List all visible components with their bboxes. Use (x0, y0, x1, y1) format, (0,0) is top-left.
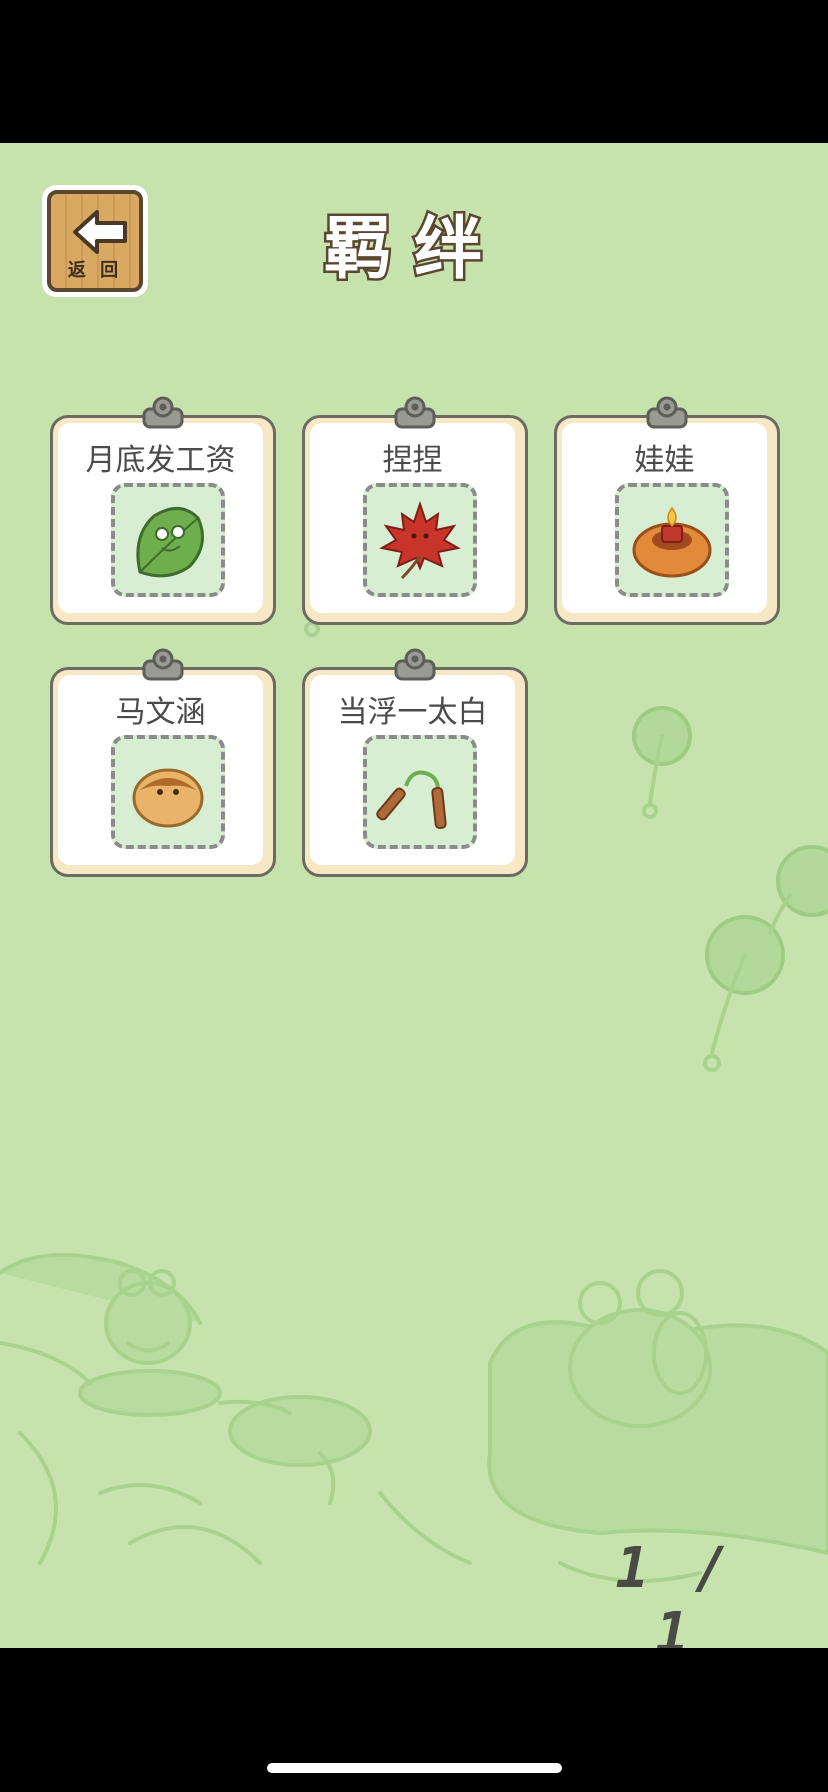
card-title: 捏捏 (382, 443, 443, 478)
card-frame: 捏捏 (302, 415, 528, 625)
bond-card[interactable]: 月底发工资 (50, 396, 276, 625)
clip-icon (142, 396, 184, 429)
page-title: 羁绊 (321, 208, 504, 292)
item-photo (363, 735, 477, 849)
maple-leaf-icon (379, 500, 461, 580)
clip-icon (394, 396, 436, 429)
card-frame: 马文涵 (50, 667, 276, 877)
bond-card[interactable]: 捏捏 (302, 396, 528, 625)
card-frame: 娃娃 (554, 415, 780, 625)
card-face: 马文涵 (58, 675, 263, 865)
app-screen: 返 回 羁绊 月底发工资 捏捏 娃娃 马文涵 当浮一太白 1 / 1 (0, 0, 828, 1792)
card-frame: 月底发工资 (50, 415, 276, 625)
clip-icon (394, 648, 436, 681)
frog-illustration (104, 1269, 192, 1365)
candle-bread-icon (632, 506, 712, 578)
pond-scenery-illustration (0, 601, 828, 1583)
item-photo (363, 483, 477, 597)
status-bar (0, 0, 828, 143)
bond-card[interactable]: 马文涵 (50, 648, 276, 877)
item-photo (615, 483, 729, 597)
item-photo (111, 735, 225, 849)
card-face: 当浮一太白 (310, 675, 515, 865)
card-face: 娃娃 (562, 423, 767, 613)
item-photo (111, 483, 225, 597)
bread-bun-icon (132, 768, 204, 828)
dandelion-icon (632, 706, 692, 819)
card-title: 马文涵 (115, 695, 206, 730)
nunchaku-icon (376, 770, 447, 830)
bond-card[interactable]: 当浮一太白 (302, 648, 528, 877)
dandelion-icon (703, 915, 785, 1072)
card-title: 当浮一太白 (337, 695, 488, 730)
clip-icon (142, 648, 184, 681)
frog-illustration (568, 1269, 712, 1428)
bond-card[interactable]: 娃娃 (554, 396, 780, 625)
leaf-frog-icon (136, 507, 204, 578)
card-frame: 当浮一太白 (302, 667, 528, 877)
card-face: 月底发工资 (58, 423, 263, 613)
clip-icon (646, 396, 688, 429)
bonds-screen: 返 回 羁绊 月底发工资 捏捏 娃娃 马文涵 当浮一太白 1 / 1 (0, 143, 828, 1648)
page-indicator: 1 / 1 (615, 1536, 735, 1648)
home-indicator[interactable] (267, 1763, 562, 1773)
card-face: 捏捏 (310, 423, 515, 613)
card-title: 娃娃 (634, 443, 695, 478)
card-title: 月底发工资 (85, 443, 236, 478)
dandelion-icon (768, 845, 828, 935)
